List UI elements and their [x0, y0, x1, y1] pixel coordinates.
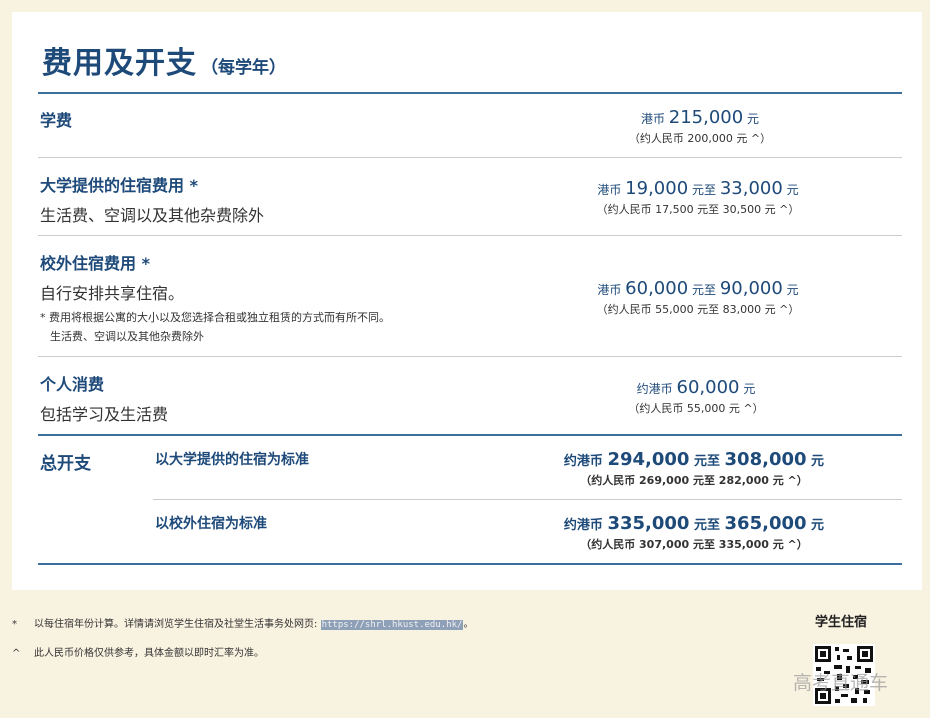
offcampus-suffix: 元 — [786, 283, 799, 297]
footnote-1-end: 。 — [463, 619, 474, 630]
offcampus-mid: 元至 — [691, 283, 716, 297]
campus-housing-label: 大学提供的住宿费用 * — [40, 176, 198, 195]
total1-amount-high: 308,000 — [724, 449, 807, 470]
total-rule — [38, 434, 902, 436]
personal-price: 约港币 60,000 元 （约人民币 55,000 元 ^） — [536, 377, 856, 416]
offcampus-note: * 费用将根据公寓的大小以及您选择合租或独立租赁的方式而有所不同。 生活费、空调… — [40, 308, 390, 346]
total-row2-price: 约港币 335,000 元至 365,000 元 （约人民币 307,000 元… — [534, 513, 854, 552]
offcampus-note-line1: * 费用将根据公寓的大小以及您选择合租或独立租赁的方式而有所不同。 — [40, 311, 390, 324]
total2-amount-high: 365,000 — [724, 513, 807, 534]
watermark: 高考直通车 — [793, 672, 889, 694]
offcampus-amount-high: 90,000 — [719, 278, 783, 299]
total2-amount-low: 335,000 — [607, 513, 690, 534]
personal-suffix: 元 — [743, 382, 756, 396]
footnote-2: ^ 此人民币价格仅供参考，具体金额以即时汇率为准。 — [12, 644, 264, 659]
footnote-2-text: 此人民币价格仅供参考，具体金额以即时汇率为准。 — [34, 648, 264, 659]
campus-amount-low: 19,000 — [625, 178, 689, 199]
campus-suffix: 元 — [786, 183, 799, 197]
top-rule — [38, 92, 902, 94]
offcampus-housing-price: 港币 60,000 元至 90,000 元 （约人民币 55,000 元至 83… — [538, 278, 858, 317]
total1-amount-low: 294,000 — [607, 449, 690, 470]
divider — [38, 235, 902, 236]
campus-mid: 元至 — [691, 183, 716, 197]
total2-rmb: （约人民币 307,000 元至 335,000 元 ^） — [580, 538, 808, 551]
footnote-1-mark: * — [12, 619, 17, 630]
campus-housing-price: 港币 19,000 元至 33,000 元 （约人民币 17,500 元至 30… — [538, 178, 858, 217]
divider — [38, 356, 902, 357]
personal-amount: 60,000 — [676, 377, 740, 398]
divider — [153, 499, 902, 500]
campus-housing-desc: 生活费、空调以及其他杂费除外 — [40, 206, 265, 225]
personal-rmb: （约人民币 55,000 元 ^） — [628, 402, 764, 415]
title-subtitle: （每学年） — [201, 58, 286, 78]
footnote-1-link[interactable]: https://shrl.hkust.edu.hk/ — [320, 620, 464, 630]
offcampus-amount-low: 60,000 — [625, 278, 689, 299]
footnote-1-text: 以每住宿年份计算。详情请浏览学生住宿及社堂生活事务处网页: — [34, 619, 318, 630]
divider — [38, 157, 902, 158]
tuition-amount: 215,000 — [668, 107, 744, 128]
footnote-1: * 以每住宿年份计算。详情请浏览学生住宿及社堂生活事务处网页: https://s… — [12, 615, 473, 630]
tuition-suffix: 元 — [747, 112, 760, 126]
campus-rmb: （约人民币 17,500 元至 30,500 元 ^） — [596, 203, 800, 216]
personal-desc: 包括学习及生活费 — [40, 405, 169, 424]
tuition-price: 港币 215,000 元 （约人民币 200,000 元 ^） — [540, 107, 860, 146]
fees-card: 费用及开支 （每学年） 学费 港币 215,000 元 （约人民币 200,000… — [12, 12, 922, 590]
total1-mid: 元至 — [693, 454, 720, 469]
total-row2-label: 以校外住宿为标准 — [155, 516, 267, 532]
offcampus-housing-desc: 自行安排共享住宿。 — [40, 284, 185, 303]
footnote-2-mark: ^ — [12, 648, 21, 659]
total-label: 总开支 — [40, 454, 91, 474]
total-row1-price: 约港币 294,000 元至 308,000 元 （约人民币 269,000 元… — [534, 449, 854, 488]
total1-prefix: 约港币 — [563, 454, 603, 469]
tuition-prefix: 港币 — [640, 112, 665, 126]
total-row1-label: 以大学提供的住宿为标准 — [155, 452, 309, 468]
bottom-rule — [38, 563, 902, 565]
total2-prefix: 约港币 — [563, 518, 603, 533]
offcampus-prefix: 港币 — [597, 283, 622, 297]
total1-suffix: 元 — [811, 454, 825, 469]
total1-rmb: （约人民币 269,000 元至 282,000 元 ^） — [580, 474, 808, 487]
page-title: 费用及开支 （每学年） — [42, 38, 286, 82]
offcampus-note-line2: 生活费、空调以及其他杂费除外 — [50, 330, 204, 343]
campus-amount-high: 33,000 — [719, 178, 783, 199]
total2-mid: 元至 — [693, 518, 720, 533]
personal-prefix: 约港币 — [636, 382, 673, 396]
total2-suffix: 元 — [811, 518, 825, 533]
offcampus-housing-label: 校外住宿费用 * — [40, 254, 150, 273]
offcampus-rmb: （约人民币 55,000 元至 83,000 元 ^） — [596, 303, 800, 316]
campus-prefix: 港币 — [597, 183, 622, 197]
title-text: 费用及开支 — [42, 46, 197, 81]
tuition-rmb: （约人民币 200,000 元 ^） — [628, 132, 772, 145]
tuition-label: 学费 — [40, 111, 73, 130]
personal-label: 个人消费 — [40, 375, 105, 394]
qr-label: 学生住宿 — [815, 615, 868, 630]
